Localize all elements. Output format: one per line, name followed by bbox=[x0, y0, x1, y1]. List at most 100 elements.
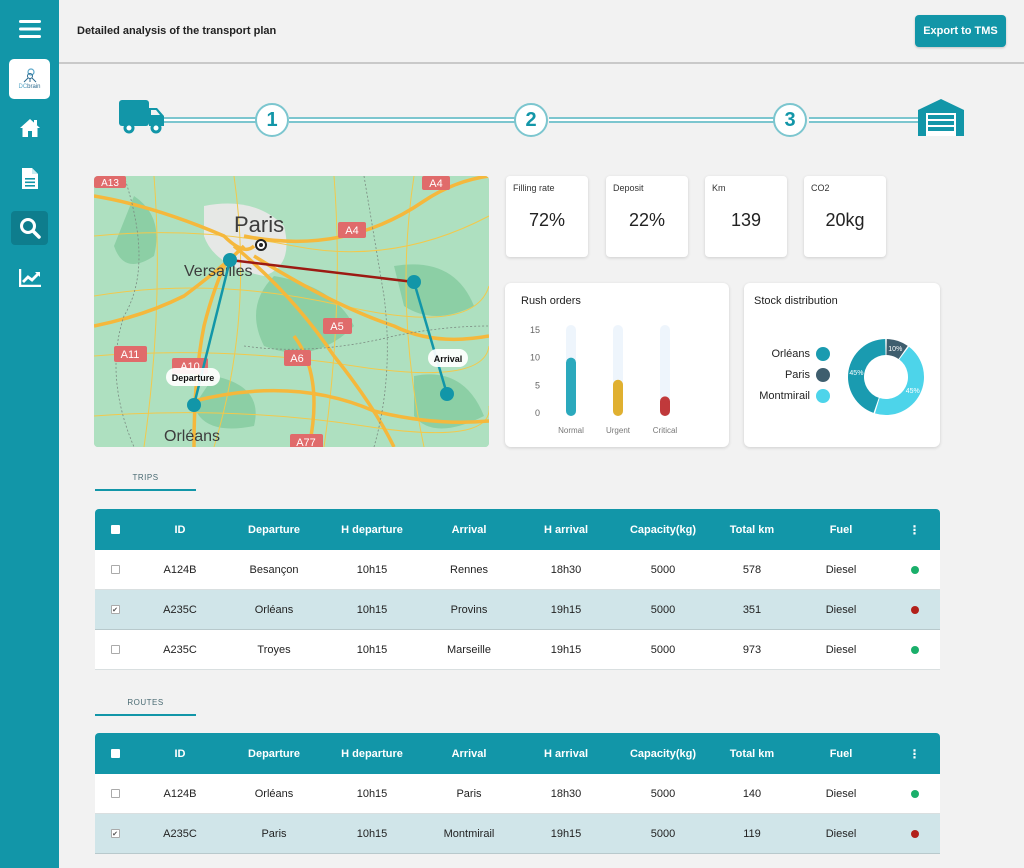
legend-label: Montmirail bbox=[759, 390, 810, 402]
step-2[interactable]: 2 bbox=[514, 103, 548, 137]
truck-icon bbox=[119, 100, 164, 134]
column-header[interactable]: Fuel bbox=[793, 524, 889, 536]
status-dot-icon bbox=[910, 565, 919, 574]
search-icon bbox=[19, 218, 41, 239]
column-header[interactable]: Departure bbox=[225, 524, 323, 536]
cell-h-arrival: 19h15 bbox=[550, 603, 582, 616]
donut-value-label: 10% bbox=[888, 346, 902, 353]
column-header[interactable]: Total km bbox=[711, 748, 793, 760]
trips-table: ID Departure H departure Arrival H arriv… bbox=[95, 509, 940, 670]
road-shield: A13 bbox=[101, 178, 119, 189]
row-checkbox[interactable] bbox=[110, 645, 120, 654]
column-header[interactable]: Fuel bbox=[793, 748, 889, 760]
legend-item-orleans: Orléans bbox=[771, 347, 830, 361]
map-marker[interactable] bbox=[407, 275, 421, 289]
column-header[interactable]: Total km bbox=[711, 524, 793, 536]
status-dot-icon bbox=[910, 605, 919, 614]
arrival-marker[interactable] bbox=[440, 387, 454, 401]
kpi-value: 20kg bbox=[825, 210, 865, 230]
column-header[interactable]: H departure bbox=[323, 524, 421, 536]
column-header[interactable]: Capacity(kg) bbox=[615, 524, 711, 536]
column-header[interactable]: ID bbox=[135, 748, 225, 760]
tab-trips[interactable]: TRIPS bbox=[95, 465, 196, 491]
y-tick-label: 0 bbox=[535, 408, 540, 418]
kpi-value: 72% bbox=[528, 210, 566, 230]
y-tick-label: 15 bbox=[530, 325, 540, 335]
kpi-value: 139 bbox=[730, 210, 762, 230]
more-options-icon[interactable]: ⋮ bbox=[909, 747, 921, 761]
routes-table-header: ID Departure H departure Arrival H arriv… bbox=[95, 733, 940, 774]
column-header[interactable]: Arrival bbox=[421, 524, 517, 536]
table-row[interactable]: A124B Orléans 10h15 Paris 18h30 5000 140 Diesel bbox=[95, 774, 940, 814]
sidebar-item-home[interactable] bbox=[11, 111, 48, 145]
column-header[interactable]: H departure bbox=[323, 748, 421, 760]
map-label-orleans: Orléans bbox=[164, 428, 220, 445]
sidebar: DCbrain bbox=[0, 0, 59, 868]
kpi-value: 22% bbox=[628, 210, 666, 230]
export-to-tms-button[interactable]: Export to TMS bbox=[915, 15, 1006, 47]
cell-capacity: 5000 bbox=[650, 643, 676, 656]
top-bar: Detailed analysis of the transport plan … bbox=[59, 0, 1024, 64]
road-shield: A4 bbox=[429, 178, 442, 190]
home-icon bbox=[19, 119, 40, 137]
step-3[interactable]: 3 bbox=[773, 103, 807, 137]
legend-swatch bbox=[816, 389, 830, 403]
cell-arrival: Paris bbox=[456, 787, 482, 800]
row-checkbox[interactable] bbox=[110, 789, 120, 798]
logo-icon bbox=[23, 68, 36, 83]
hamburger-menu-icon[interactable] bbox=[11, 12, 48, 46]
trips-table-header: ID Departure H departure Arrival H arriv… bbox=[95, 509, 940, 550]
cell-arrival: Provins bbox=[450, 603, 488, 616]
row-checkbox[interactable]: ✔ bbox=[110, 605, 120, 614]
cell-capacity: 5000 bbox=[650, 827, 676, 840]
column-header[interactable]: Capacity(kg) bbox=[615, 748, 711, 760]
cell-total-km: 578 bbox=[742, 563, 762, 576]
route-map[interactable]: A13 A4 A4 A5 A11 A10 A6 A77 Paris Versai… bbox=[94, 176, 489, 447]
bar-normal[interactable] bbox=[566, 357, 576, 416]
logo-text: DCbrain bbox=[18, 84, 41, 90]
cell-fuel: Diesel bbox=[825, 787, 857, 800]
select-all-checkbox[interactable] bbox=[110, 525, 120, 534]
rush-orders-chart: 0 5 10 15 Normal Urgent Critical bbox=[530, 325, 677, 435]
row-checkbox[interactable] bbox=[110, 565, 120, 574]
sidebar-item-reports[interactable] bbox=[11, 261, 48, 295]
kpi-label: Filling rate bbox=[513, 183, 555, 193]
sidebar-item-analysis[interactable] bbox=[11, 211, 48, 245]
bar-urgent[interactable] bbox=[613, 379, 623, 416]
stepper-connector bbox=[289, 117, 517, 123]
bar-critical[interactable] bbox=[660, 396, 670, 416]
sidebar-item-documents[interactable] bbox=[11, 161, 48, 195]
column-header[interactable]: ID bbox=[135, 524, 225, 536]
cell-id: A235C bbox=[163, 603, 197, 616]
cell-h-departure: 10h15 bbox=[356, 787, 388, 800]
status-dot-icon bbox=[910, 789, 919, 798]
cell-id: A235C bbox=[163, 643, 197, 656]
departure-marker[interactable] bbox=[187, 398, 201, 412]
dcbrain-logo[interactable]: DCbrain bbox=[9, 59, 50, 99]
map-marker[interactable] bbox=[223, 253, 237, 267]
table-row[interactable]: ✔ A235C Orléans 10h15 Provins 19h15 5000 351 Die… bbox=[95, 590, 940, 630]
table-row[interactable]: A235C Troyes 10h15 Marseille 19h15 5000 973 Die… bbox=[95, 630, 940, 670]
table-row[interactable]: ✔ A235C Paris 10h15 Montmirail 19h15 5000 119 Di… bbox=[95, 814, 940, 854]
kpi-label: Km bbox=[712, 183, 726, 193]
legend-label: Paris bbox=[784, 369, 810, 381]
tab-routes[interactable]: ROUTES bbox=[95, 690, 196, 716]
row-checkbox[interactable]: ✔ bbox=[110, 829, 120, 838]
map-label-paris: Paris bbox=[234, 212, 284, 237]
x-tick-label: Urgent bbox=[606, 426, 631, 435]
legend-item-montmirail: Montmirail bbox=[759, 389, 830, 403]
step-1[interactable]: 1 bbox=[255, 103, 289, 137]
y-tick-label: 5 bbox=[535, 380, 540, 390]
donut-value-label: 45% bbox=[906, 388, 920, 395]
column-header[interactable]: Arrival bbox=[421, 748, 517, 760]
column-header[interactable]: Departure bbox=[225, 748, 323, 760]
column-header[interactable]: H arrival bbox=[517, 748, 615, 760]
kpi-label: Deposit bbox=[613, 183, 644, 193]
select-all-checkbox[interactable] bbox=[110, 749, 120, 758]
column-header[interactable]: H arrival bbox=[517, 524, 615, 536]
warehouse-icon bbox=[918, 99, 964, 136]
more-options-icon[interactable]: ⋮ bbox=[909, 523, 921, 537]
trips-table-body: A124B Besançon 10h15 Rennes 18h30 5000 578 Dies… bbox=[95, 550, 940, 670]
table-row[interactable]: A124B Besançon 10h15 Rennes 18h30 5000 578 Dies… bbox=[95, 550, 940, 590]
cell-departure: Orléans bbox=[254, 603, 294, 616]
